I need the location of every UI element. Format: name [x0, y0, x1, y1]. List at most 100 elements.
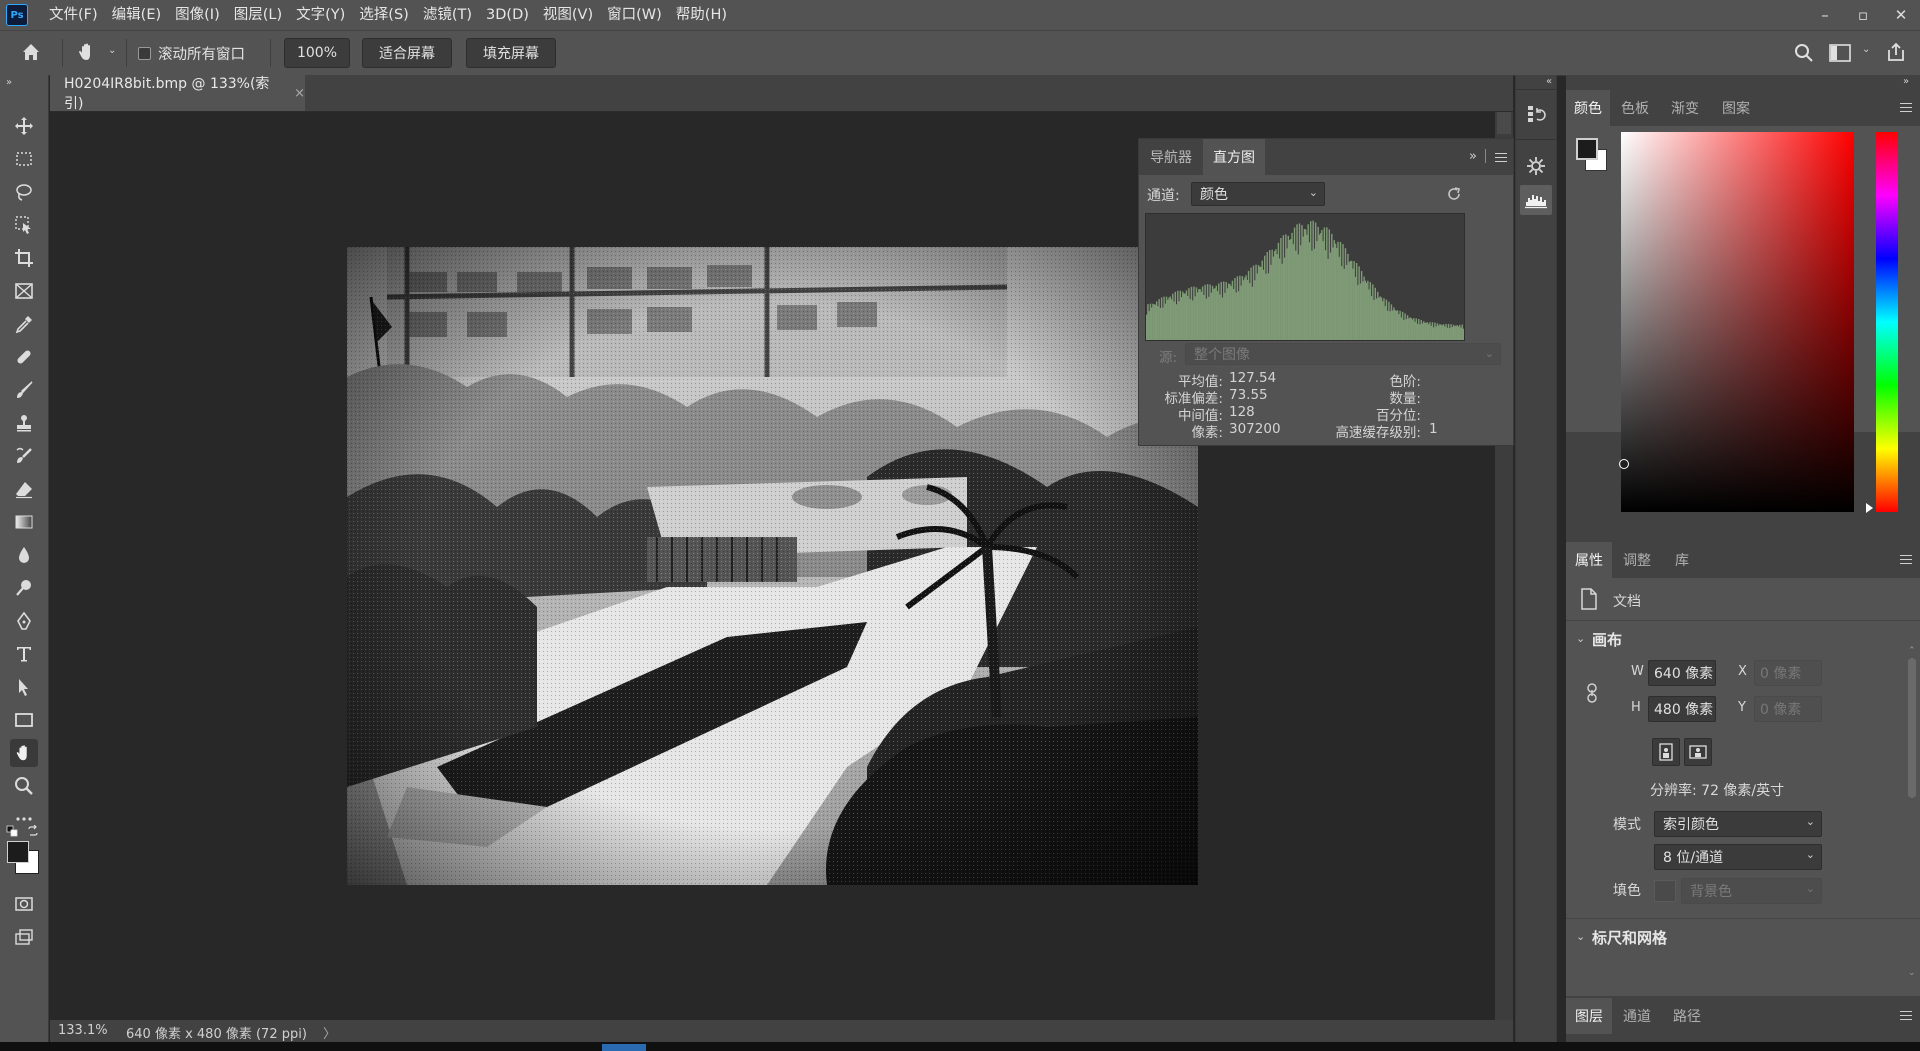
tab-histogram[interactable]: 直方图: [1203, 139, 1265, 175]
y-field[interactable]: 0 像素: [1754, 696, 1822, 722]
crop-tool-icon[interactable]: [10, 244, 38, 272]
marquee-tool-icon[interactable]: [10, 145, 38, 173]
width-field[interactable]: 640 像素: [1648, 660, 1716, 686]
path-selection-tool-icon[interactable]: [10, 673, 38, 701]
rectangle-tool-icon[interactable]: [10, 706, 38, 734]
share-icon[interactable]: [1885, 41, 1907, 67]
collapse-panels-icon[interactable]: »: [1903, 76, 1909, 87]
workspace-chevron-icon[interactable]: ⌄: [1862, 44, 1870, 55]
document-image[interactable]: [347, 247, 1198, 885]
swap-colors-icon[interactable]: [27, 824, 39, 841]
tab-channels[interactable]: 通道: [1612, 998, 1662, 1034]
channel-select[interactable]: 颜色 ⌄: [1191, 182, 1325, 206]
menu-image[interactable]: 图像(I): [168, 0, 227, 30]
tab-color[interactable]: 颜色: [1566, 90, 1610, 126]
home-icon[interactable]: [20, 41, 46, 65]
rulers-section-chevron-icon[interactable]: ⌄: [1576, 930, 1585, 943]
type-tool-icon[interactable]: [10, 640, 38, 668]
menu-help[interactable]: 帮助(H): [669, 0, 734, 30]
scroll-thumb[interactable]: [1497, 112, 1511, 134]
gradient-tool-icon[interactable]: [10, 508, 38, 536]
tab-paths[interactable]: 路径: [1662, 998, 1712, 1034]
refresh-icon[interactable]: [1446, 186, 1462, 206]
canvas-section-chevron-icon[interactable]: ⌄: [1576, 632, 1585, 645]
color-picker-cursor[interactable]: [1619, 459, 1629, 469]
tool-preset-chevron-icon[interactable]: ⌄: [108, 45, 116, 56]
default-colors-icon[interactable]: [6, 825, 18, 841]
panel-menu-icon[interactable]: [1495, 153, 1507, 163]
tab-gradients[interactable]: 渐变: [1660, 90, 1710, 126]
quick-mask-icon[interactable]: [10, 890, 38, 918]
menu-filter[interactable]: 滤镜(T): [416, 0, 479, 30]
blur-tool-icon[interactable]: [10, 541, 38, 569]
tab-navigator[interactable]: 导航器: [1139, 139, 1203, 175]
tab-swatches[interactable]: 色板: [1610, 90, 1660, 126]
close-tab-icon[interactable]: ×: [294, 86, 305, 101]
object-selection-tool-icon[interactable]: [10, 211, 38, 239]
dodge-tool-icon[interactable]: [10, 574, 38, 602]
history-panel-icon[interactable]: [1520, 99, 1552, 129]
tab-libraries[interactable]: 库: [1662, 542, 1702, 578]
menu-edit[interactable]: 编辑(E): [105, 0, 168, 30]
menu-window[interactable]: 窗口(W): [600, 0, 669, 30]
menu-view[interactable]: 视图(V): [536, 0, 600, 30]
lasso-tool-icon[interactable]: [10, 178, 38, 206]
eyedropper-tool-icon[interactable]: [10, 310, 38, 338]
move-tool-icon[interactable]: [10, 112, 38, 140]
link-icon[interactable]: [1585, 682, 1599, 708]
x-field[interactable]: 0 像素: [1754, 660, 1822, 686]
zoom-readout[interactable]: 133.1%: [58, 1023, 108, 1038]
bit-depth-select[interactable]: 8 位/通道 ⌄: [1654, 844, 1822, 870]
navigator-panel-icon[interactable]: [1520, 151, 1552, 181]
hue-slider[interactable]: [1876, 132, 1898, 512]
menu-file[interactable]: 文件(F): [42, 0, 105, 30]
zoom-tool-icon[interactable]: [10, 772, 38, 800]
tab-layers[interactable]: 图层: [1566, 998, 1612, 1034]
frame-tool-icon[interactable]: [10, 277, 38, 305]
foreground-color-swatch[interactable]: [7, 841, 29, 863]
pen-tool-icon[interactable]: [10, 607, 38, 635]
workspace-icon[interactable]: [1829, 43, 1851, 67]
portrait-orientation-icon[interactable]: [1652, 738, 1680, 766]
status-menu-arrow-icon[interactable]: 〉: [323, 1023, 336, 1042]
hue-slider-marker[interactable]: [1866, 503, 1873, 513]
fit-screen-button[interactable]: 适合屏幕: [362, 38, 452, 68]
document-tab[interactable]: H0204IR8bit.bmp @ 133%(索引) ×: [50, 75, 305, 112]
brush-tool-icon[interactable]: [10, 376, 38, 404]
menu-select[interactable]: 选择(S): [352, 0, 416, 30]
tab-patterns[interactable]: 图案: [1710, 90, 1762, 126]
fg-color-swatch[interactable]: [1576, 138, 1598, 160]
clone-stamp-tool-icon[interactable]: [10, 409, 38, 437]
color-mode-select[interactable]: 索引颜色 ⌄: [1654, 811, 1822, 837]
saturation-brightness-field[interactable]: [1619, 132, 1854, 512]
eraser-tool-icon[interactable]: [10, 475, 38, 503]
menu-3d[interactable]: 3D(D): [479, 0, 536, 30]
tab-properties[interactable]: 属性: [1566, 542, 1612, 578]
restore-button[interactable]: ▫: [1844, 0, 1882, 30]
canvas-section-header[interactable]: 画布: [1592, 629, 1622, 650]
history-brush-tool-icon[interactable]: [10, 442, 38, 470]
tab-adjustments[interactable]: 调整: [1612, 542, 1662, 578]
healing-brush-tool-icon[interactable]: [10, 343, 38, 371]
rulers-grid-section-header[interactable]: 标尺和网格: [1592, 927, 1667, 948]
screen-mode-icon[interactable]: [10, 923, 38, 951]
landscape-orientation-icon[interactable]: [1684, 738, 1712, 766]
color-panel-menu-icon[interactable]: [1900, 103, 1912, 113]
fill-select[interactable]: 背景色 ⌄: [1681, 878, 1822, 904]
collapse-dock-icon[interactable]: «: [1546, 76, 1552, 87]
properties-scrollbar[interactable]: ⌃ ⌄: [1906, 646, 1918, 986]
zoom-100-button[interactable]: 100%: [284, 38, 350, 68]
collapse-tools-icon[interactable]: »: [6, 77, 12, 88]
layers-panel-menu-icon[interactable]: [1900, 1011, 1912, 1021]
fill-color-swatch[interactable]: [1654, 880, 1676, 902]
menu-layer[interactable]: 图层(L): [227, 0, 289, 30]
collapse-panel-icon[interactable]: »: [1469, 149, 1477, 164]
source-select[interactable]: 整个图像 ⌄: [1185, 343, 1501, 365]
fill-screen-button[interactable]: 填充屏幕: [466, 38, 556, 68]
taskbar-active-indicator[interactable]: [602, 1044, 646, 1051]
hand-tool-icon[interactable]: [76, 41, 100, 65]
height-field[interactable]: 480 像素: [1648, 696, 1716, 722]
close-button[interactable]: ✕: [1882, 0, 1920, 30]
histogram-panel-icon[interactable]: [1520, 185, 1552, 215]
menu-type[interactable]: 文字(Y): [289, 0, 352, 30]
